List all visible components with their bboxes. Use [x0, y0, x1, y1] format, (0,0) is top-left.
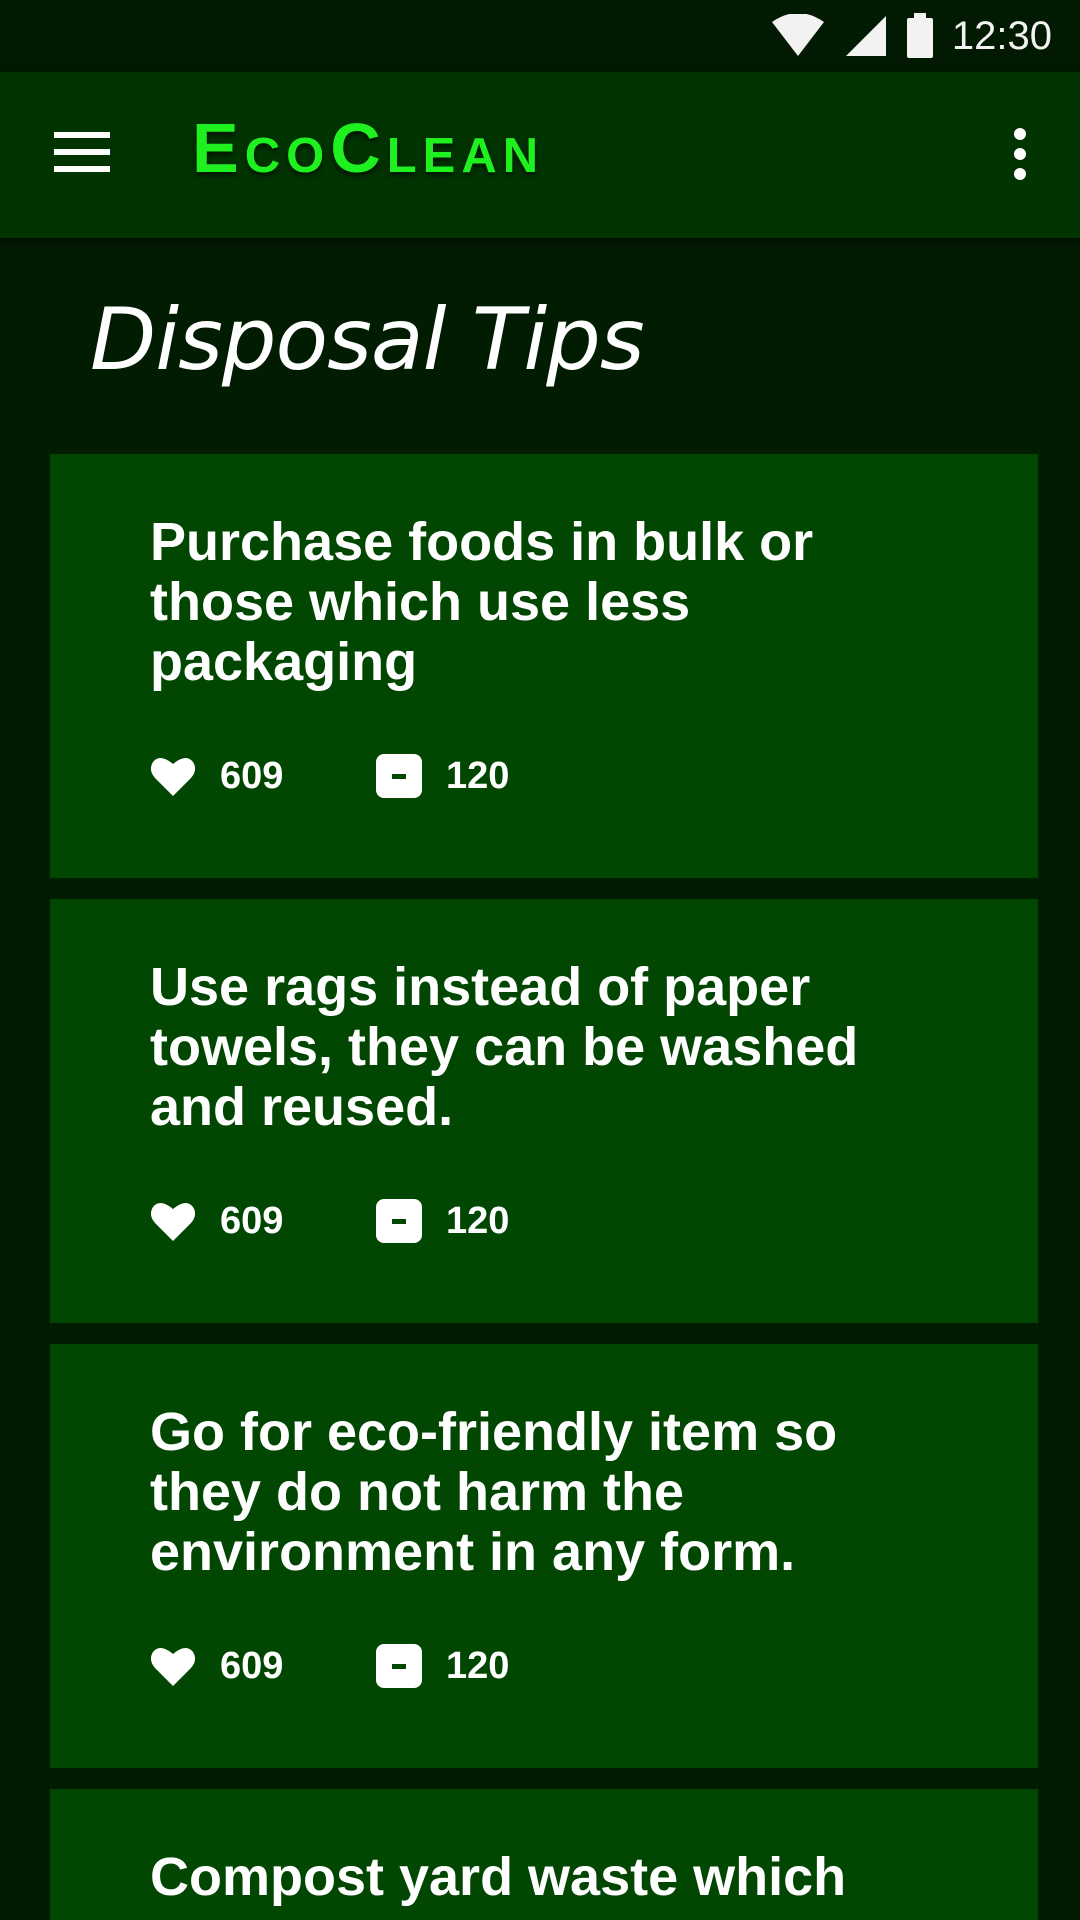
comment-button[interactable]: 120 [376, 1644, 509, 1688]
tip-title: Go for eco-friendly item so they do not … [150, 1402, 838, 1582]
tip-title: Purchase foods in bulk or those which us… [150, 512, 814, 692]
comment-count: 120 [446, 754, 510, 797]
tip-meta: 609 120 [150, 752, 509, 800]
app-bar: EcoClean [0, 72, 1080, 238]
wifi-icon [771, 14, 824, 56]
status-time: 12:30 [951, 13, 1052, 58]
comment-icon [376, 1199, 422, 1243]
heart-icon [150, 1202, 196, 1241]
tip-meta: 609 120 [150, 1642, 509, 1690]
battery-icon [906, 13, 933, 58]
like-count: 609 [220, 1644, 284, 1687]
like-count: 609 [220, 754, 284, 797]
tip-title: Compost yard waste which [150, 1847, 847, 1907]
heart-icon [150, 1647, 196, 1686]
tip-title: Use rags instead of paper towels, they c… [150, 957, 859, 1137]
tip-card[interactable]: Go for eco-friendly item so they do not … [50, 1344, 1038, 1768]
comment-button[interactable]: 120 [376, 754, 509, 798]
app-title: EcoClean [192, 109, 545, 187]
tip-card[interactable]: Use rags instead of paper towels, they c… [50, 899, 1038, 1323]
comment-count: 120 [446, 1644, 510, 1687]
comment-count: 120 [446, 1199, 510, 1242]
like-button[interactable]: 609 [150, 1199, 376, 1243]
status-icons: 12:30 [770, 10, 1052, 62]
comment-icon [376, 754, 422, 798]
comment-button[interactable]: 120 [376, 1199, 509, 1243]
signal-icon [845, 16, 886, 56]
like-button[interactable]: 609 [150, 1644, 376, 1688]
status-bar: 12:30 [0, 0, 1080, 72]
tip-card[interactable]: Purchase foods in bulk or those which us… [50, 454, 1038, 878]
tip-card[interactable]: Compost yard waste which [50, 1789, 1038, 1920]
menu-icon[interactable] [54, 130, 110, 174]
tip-meta: 609 120 [150, 1197, 509, 1245]
like-button[interactable]: 609 [150, 754, 376, 798]
like-count: 609 [220, 1199, 284, 1242]
page-title: Disposal Tips [90, 290, 645, 390]
heart-icon [150, 757, 196, 796]
comment-icon [376, 1644, 422, 1688]
more-vert-icon[interactable] [1008, 128, 1032, 180]
